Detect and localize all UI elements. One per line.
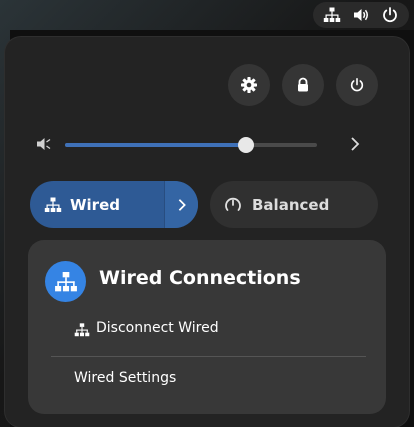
wired-settings-item[interactable]: Wired Settings [74,370,176,386]
chevron-right-icon [178,198,186,211]
settings-icon [241,77,257,93]
wired-connections-menu: Wired Connections Disconnect Wired Wired… [28,240,386,414]
quick-settings-panel: Wired Balanced Wired Connections Disconn… [5,37,409,427]
power-profile-balanced-icon [225,197,241,211]
disconnect-wired-label: Disconnect Wired [96,320,219,336]
speaker-volume-icon [354,9,368,21]
power-off-button[interactable] [336,64,378,106]
wired-toggle-label: Wired [70,195,120,214]
volume-row [33,130,373,158]
wired-menu-expand-button[interactable] [164,181,198,228]
system-status-area[interactable] [313,2,409,28]
power-icon [383,7,397,23]
wired-connections-title: Wired Connections [99,267,301,289]
power-icon [350,77,364,92]
speaker-volume-low-icon[interactable] [35,135,53,153]
wired-settings-label: Wired Settings [74,370,177,386]
power-mode-toggle[interactable]: Balanced [210,181,378,228]
power-mode-label: Balanced [252,195,330,214]
network-wired-icon [44,197,62,212]
volume-slider-fill [65,143,247,147]
wired-toggle-button[interactable]: Wired [30,181,163,228]
volume-slider[interactable] [65,137,317,153]
top-bar [310,0,414,30]
lock-icon [298,77,308,92]
network-wired-icon [74,323,90,337]
lock-button[interactable] [282,64,324,106]
wired-connections-header-icon [45,261,86,302]
disconnect-wired-item[interactable]: Disconnect Wired [74,320,219,337]
menu-divider [51,356,366,357]
volume-slider-handle[interactable] [238,137,255,153]
network-wired-icon [54,271,77,291]
network-wired-icon [323,7,341,22]
chevron-right-icon[interactable] [347,136,363,152]
settings-button[interactable] [228,64,270,106]
wired-toggle: Wired [30,181,198,228]
